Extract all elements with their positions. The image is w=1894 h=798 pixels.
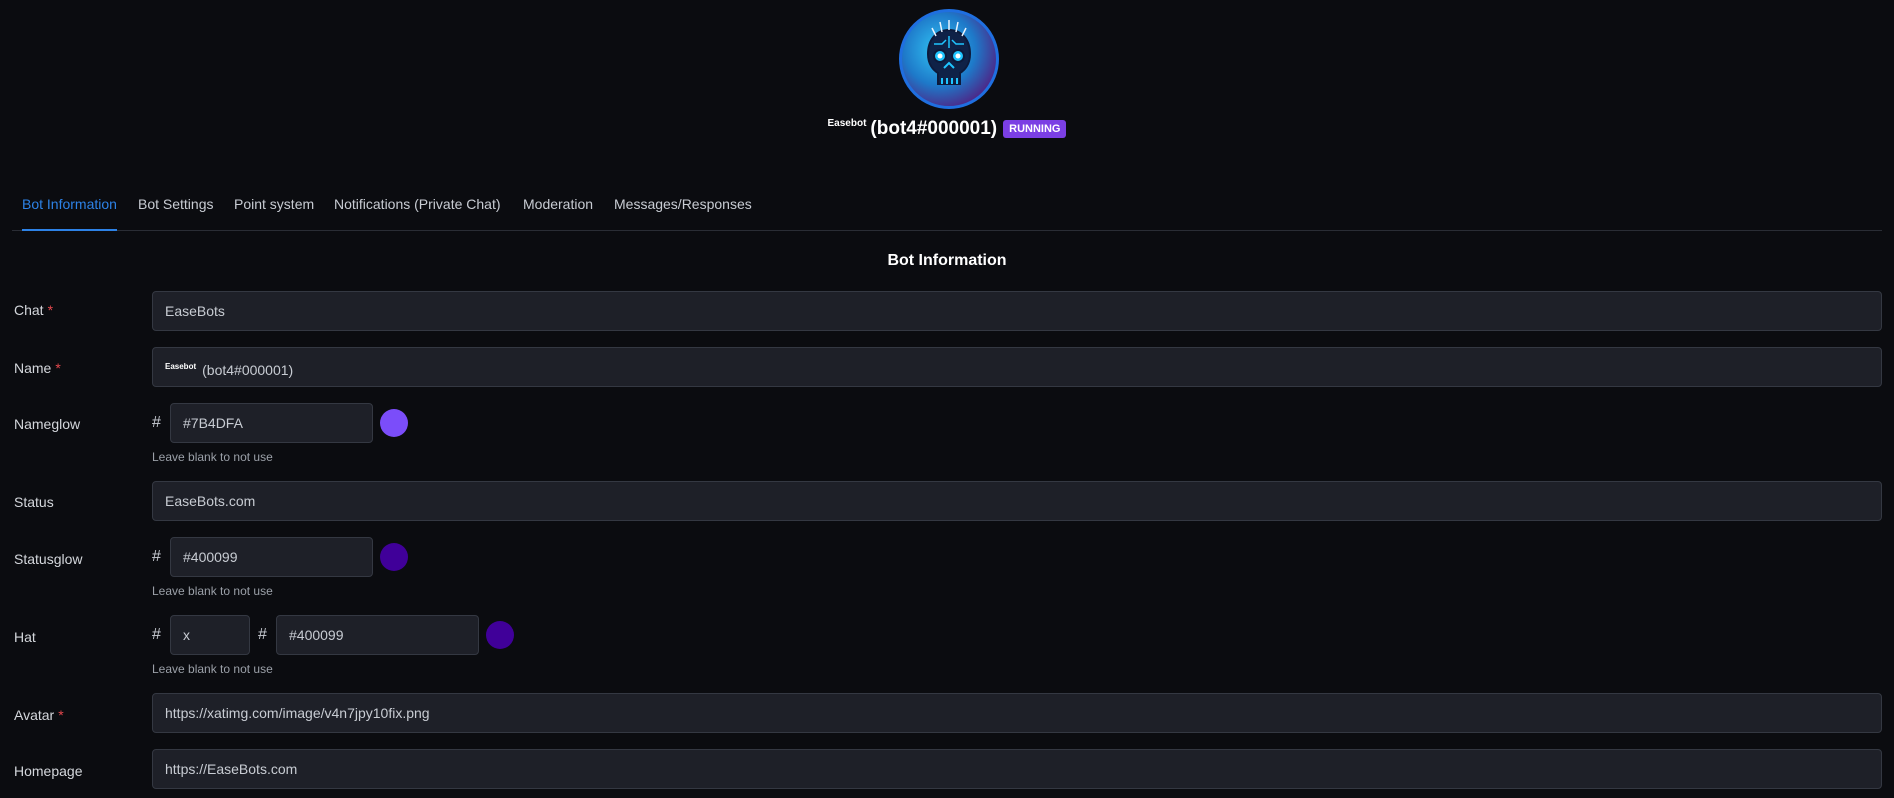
bot-title: Easebot (bot4#000001) RUNNING (0, 118, 1894, 140)
homepage-input[interactable]: https://EaseBots.com (152, 749, 1882, 789)
homepage-label: Homepage (14, 763, 83, 779)
hash-prefix: # (152, 414, 161, 431)
statusglow-help: Leave blank to not use (152, 584, 273, 598)
chat-input[interactable]: EaseBots (152, 291, 1882, 331)
hash-prefix: # (152, 548, 161, 565)
statusglow-label: Statusglow (14, 551, 83, 567)
nameglow-input[interactable]: #7B4DFA (170, 403, 373, 443)
tab-moderation[interactable]: Moderation (523, 194, 593, 229)
bot-avatar (899, 9, 999, 109)
hat-color-swatch (486, 621, 514, 649)
statusglow-color-swatch (380, 543, 408, 571)
name-label: Name * (14, 360, 61, 376)
nameglow-label: Nameglow (14, 416, 81, 432)
tab-notifications[interactable]: Notifications (Private Chat) (334, 194, 501, 229)
bot-id: (bot4#000001) (870, 118, 998, 139)
status-input[interactable]: EaseBots.com (152, 481, 1882, 521)
hat-label: Hat (14, 629, 36, 645)
hash-prefix: # (152, 626, 161, 643)
tab-bar: Bot Information Bot Settings Point syste… (12, 188, 1882, 231)
tab-bot-settings[interactable]: Bot Settings (138, 194, 214, 229)
chat-label: Chat * (14, 302, 54, 318)
required-marker: * (58, 707, 64, 723)
statusglow-input[interactable]: #400099 (170, 537, 373, 577)
name-small-text: Easebot (165, 362, 197, 371)
hat-help: Leave blank to not use (152, 662, 273, 676)
section-title: Bot Information (887, 252, 1007, 269)
name-value: (bot4#000001) (202, 362, 294, 378)
hat-input[interactable]: x (170, 615, 250, 655)
bot-small-name: Easebot (827, 118, 867, 129)
avatar-input[interactable]: https://xatimg.com/image/v4n7jpy10fix.pn… (152, 693, 1882, 733)
hat-color-input[interactable]: #400099 (276, 615, 479, 655)
tab-point-system[interactable]: Point system (234, 194, 314, 229)
required-marker: * (47, 302, 54, 318)
tab-bot-information[interactable]: Bot Information (22, 194, 117, 231)
name-input[interactable]: Easebot (bot4#000001) (152, 347, 1882, 387)
robot-skull-icon (926, 20, 972, 85)
tab-messages-responses[interactable]: Messages/Responses (614, 194, 752, 229)
nameglow-help: Leave blank to not use (152, 450, 273, 464)
status-label: Status (14, 494, 54, 510)
bot-header: Easebot (bot4#000001) RUNNING (0, 0, 1894, 150)
avatar-label: Avatar * (14, 707, 64, 723)
nameglow-color-swatch (380, 409, 408, 437)
hash-prefix: # (258, 626, 267, 643)
required-marker: * (55, 360, 61, 376)
status-badge: RUNNING (1003, 120, 1067, 138)
